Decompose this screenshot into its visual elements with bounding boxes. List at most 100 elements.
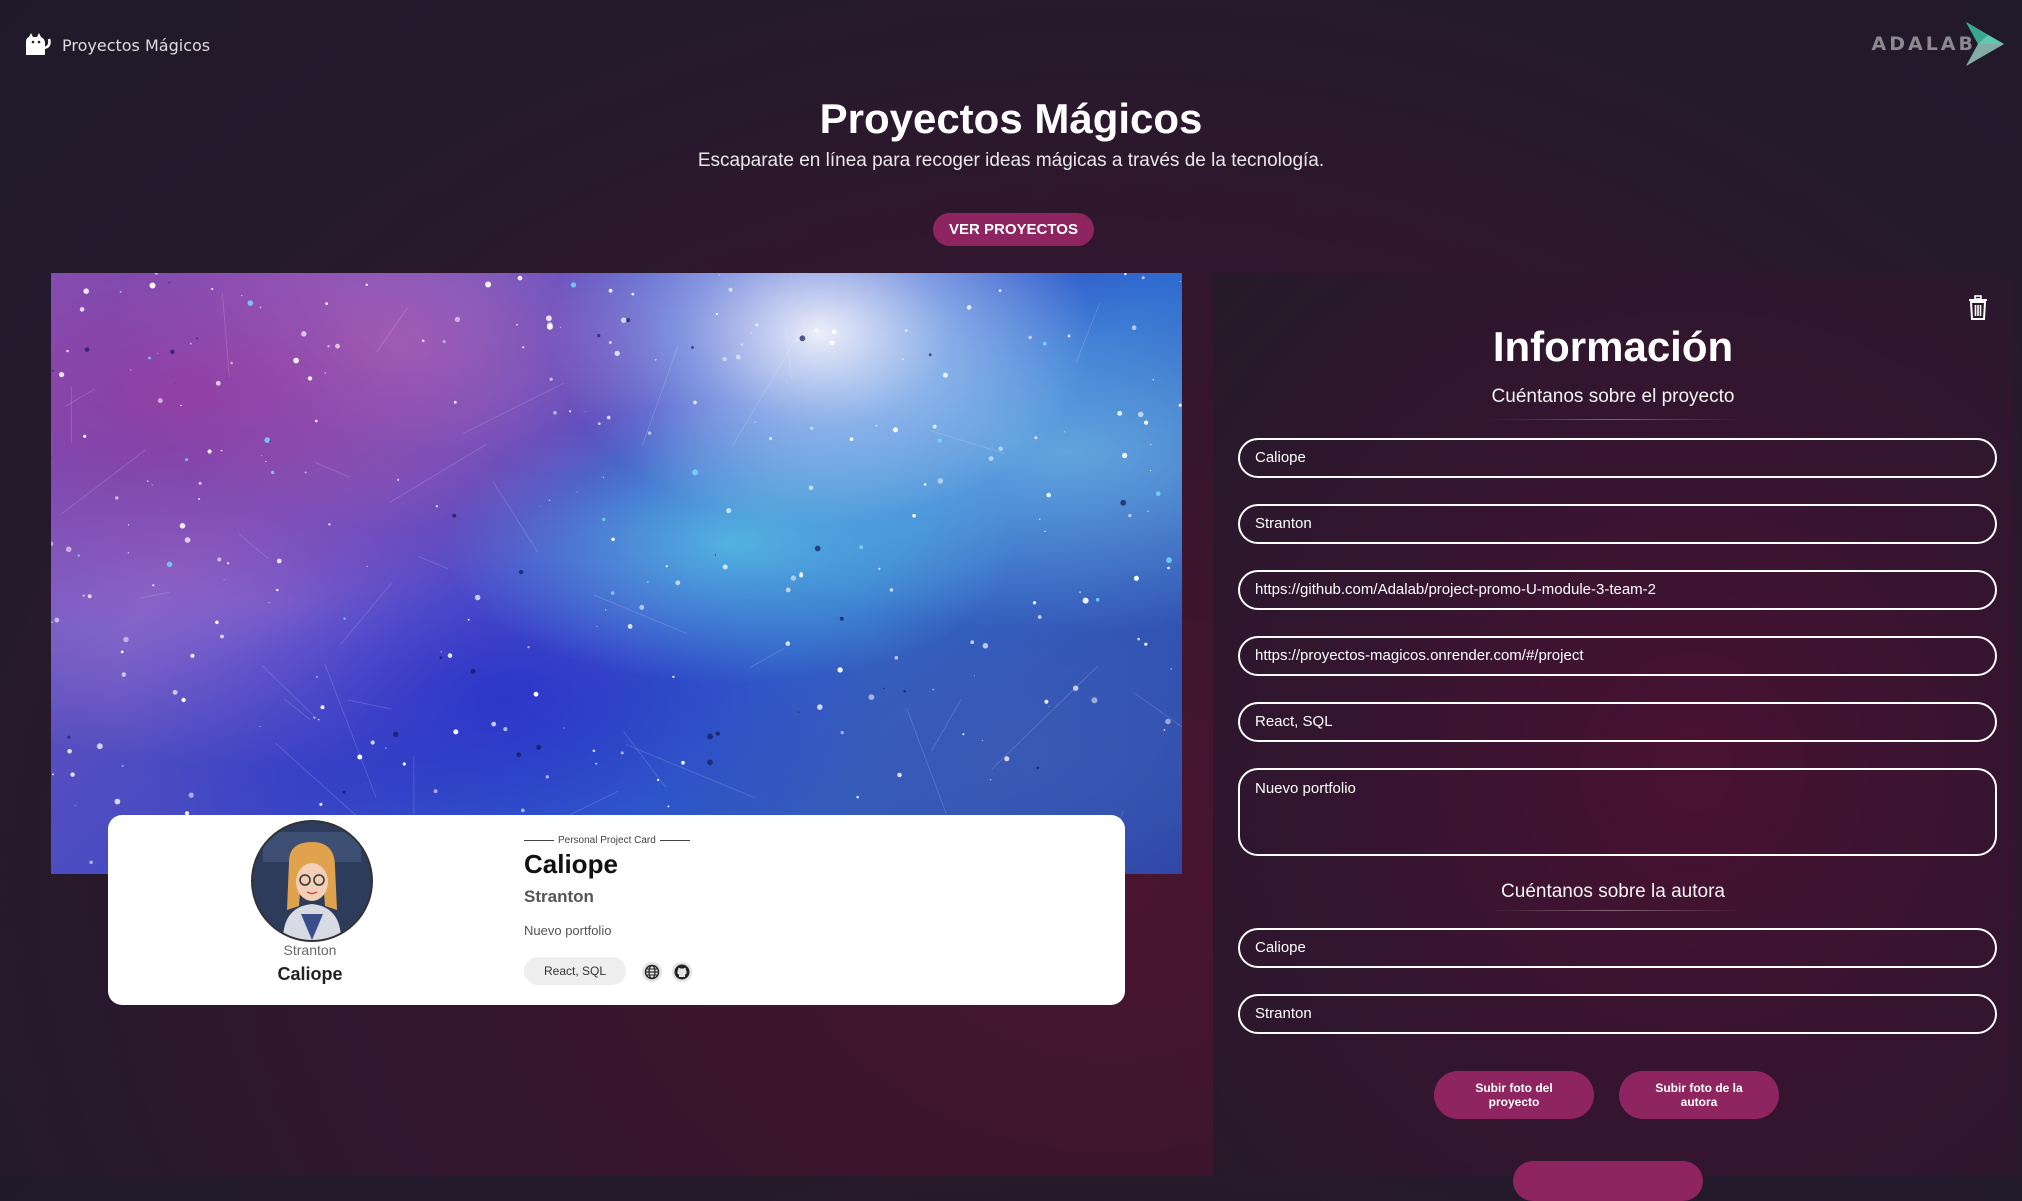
cover-speck xyxy=(328,523,330,525)
cover-scratch xyxy=(239,534,268,559)
project-preview-card: Stranton Caliope Personal Project Card C… xyxy=(108,815,1125,1005)
cover-speck xyxy=(485,282,491,288)
cover-speck xyxy=(611,591,615,595)
demo-url-input[interactable]: https://proyectos-magicos.onrender.com/#… xyxy=(1238,636,1997,676)
cover-speck xyxy=(211,288,213,290)
cover-speck xyxy=(122,765,124,767)
cover-speck xyxy=(1124,273,1126,275)
cover-speck xyxy=(534,692,539,697)
cover-speck xyxy=(155,273,158,275)
cover-speck xyxy=(468,619,470,621)
cover-speck xyxy=(726,508,731,513)
cover-speck xyxy=(152,484,153,485)
info-form-panel: Información Cuéntanos sobre el proyecto … xyxy=(1213,273,2013,1176)
cover-speck xyxy=(52,773,54,775)
cover-speck xyxy=(248,300,254,306)
cover-scratch xyxy=(51,462,52,522)
cover-speck xyxy=(123,637,128,642)
cover-speck xyxy=(814,328,819,333)
cover-scratch xyxy=(262,666,320,723)
cover-speck xyxy=(716,731,720,735)
cover-speck xyxy=(215,621,219,625)
cover-speck xyxy=(321,705,325,709)
cover-speck xyxy=(189,793,194,798)
cover-speck xyxy=(97,743,103,749)
cover-speck xyxy=(605,609,606,610)
cover-speck xyxy=(167,562,172,567)
cover-speck xyxy=(905,329,907,331)
cover-speck xyxy=(230,362,233,365)
project-name-input[interactable]: Caliope xyxy=(1238,438,1997,478)
technologies-input[interactable]: React, SQL xyxy=(1238,702,1997,742)
cover-speck xyxy=(938,478,944,484)
cover-speck xyxy=(180,523,186,529)
cover-scratch xyxy=(931,699,961,751)
form-title: Información xyxy=(1213,323,2013,371)
description-textarea[interactable]: Nuevo portfolio xyxy=(1238,768,1997,856)
cover-scratch xyxy=(494,483,538,552)
cover-speck xyxy=(1164,729,1166,731)
cover-speck xyxy=(560,327,561,328)
upload-project-photo-button[interactable]: Subir foto del proyecto xyxy=(1434,1071,1594,1119)
cover-speck xyxy=(325,372,327,374)
cover-speck xyxy=(393,732,398,737)
cover-speck xyxy=(152,584,154,586)
cover-speck xyxy=(325,302,328,305)
cover-speck xyxy=(1142,276,1145,279)
cover-speck xyxy=(716,313,718,315)
cover-speck xyxy=(830,341,835,346)
cover-speck xyxy=(736,355,741,360)
card-tag-label: Personal Project Card xyxy=(558,835,656,846)
author-job-input[interactable]: Stranton xyxy=(1238,994,1997,1034)
cover-speck xyxy=(1068,335,1071,338)
cover-speck xyxy=(519,570,523,574)
cover-speck xyxy=(675,580,680,585)
cover-speck xyxy=(974,675,975,676)
cover-speck xyxy=(603,477,604,478)
cover-speck xyxy=(1120,500,1126,506)
cover-speck xyxy=(491,722,496,727)
cover-speck xyxy=(547,322,552,327)
save-project-button[interactable] xyxy=(1513,1161,1703,1201)
cover-speck xyxy=(786,588,791,593)
cover-speck xyxy=(261,455,262,456)
cover-speck xyxy=(967,305,972,310)
cover-scratch xyxy=(1076,303,1100,362)
cover-speck xyxy=(1144,643,1147,646)
cover-speck xyxy=(455,317,460,322)
brand-link[interactable]: Proyectos Mágicos xyxy=(22,28,210,63)
cover-speck xyxy=(217,557,221,561)
cover-speck xyxy=(277,559,282,564)
card-tag: Personal Project Card xyxy=(524,835,690,846)
adalab-logo[interactable]: ADALAB xyxy=(1872,20,2006,68)
cover-speck xyxy=(593,750,596,753)
adalab-logo-icon xyxy=(1962,20,2006,68)
cover-speck xyxy=(265,461,266,462)
view-projects-button[interactable]: VER PROYECTOS xyxy=(933,213,1094,246)
globe-icon[interactable] xyxy=(642,962,662,982)
cover-speck xyxy=(549,500,551,502)
cover-speck xyxy=(503,727,507,731)
cover-scratch xyxy=(907,708,946,813)
cover-speck xyxy=(75,805,76,806)
cover-speck xyxy=(692,469,698,475)
cover-speck xyxy=(173,690,178,695)
cover-speck xyxy=(343,618,345,620)
cover-scratch xyxy=(341,583,392,644)
github-icon[interactable] xyxy=(672,962,692,982)
cover-speck xyxy=(693,401,697,405)
upload-author-photo-button[interactable]: Subir foto de la autora xyxy=(1619,1071,1779,1119)
cover-speck xyxy=(691,346,694,349)
trash-icon[interactable] xyxy=(1967,295,1989,326)
cover-speck xyxy=(453,729,458,734)
cover-speck xyxy=(1167,567,1170,570)
cover-speck xyxy=(319,803,322,806)
project-slogan-input[interactable]: Stranton xyxy=(1238,504,1997,544)
project-cover-image xyxy=(51,273,1182,874)
author-name-input[interactable]: Caliope xyxy=(1238,928,1997,968)
cover-speck xyxy=(809,486,814,491)
cover-speck xyxy=(208,449,212,453)
cover-speck xyxy=(791,277,792,278)
repo-url-input[interactable]: https://github.com/Adalab/project-promo-… xyxy=(1238,570,1997,610)
author-name: Caliope xyxy=(208,964,412,985)
